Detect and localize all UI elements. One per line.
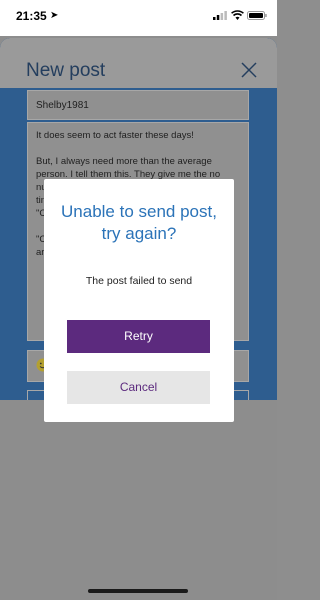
- error-dialog: Unable to send post, try again? The post…: [44, 179, 234, 422]
- wifi-icon: [231, 10, 244, 20]
- close-icon[interactable]: [241, 62, 257, 78]
- signal-icon: [213, 11, 227, 20]
- panel-header: New post: [0, 38, 277, 88]
- home-indicator[interactable]: [88, 589, 188, 593]
- dialog-title: Unable to send post, try again?: [61, 202, 217, 243]
- page-title: New post: [26, 60, 106, 81]
- dialog-message: The post failed to send: [85, 275, 193, 287]
- status-bar: 21:35 ➤: [0, 0, 277, 36]
- post-paragraph: But, I always need more than the average…: [36, 156, 221, 180]
- retry-button[interactable]: Retry: [67, 320, 210, 353]
- location-arrow-icon: ➤: [50, 10, 59, 21]
- status-time: 21:35: [16, 9, 47, 23]
- post-paragraph: It does seem to act faster these days!: [36, 130, 194, 141]
- cancel-button[interactable]: Cancel: [67, 371, 210, 404]
- battery-icon: [247, 11, 267, 20]
- username-field[interactable]: Shelby1981: [27, 90, 249, 120]
